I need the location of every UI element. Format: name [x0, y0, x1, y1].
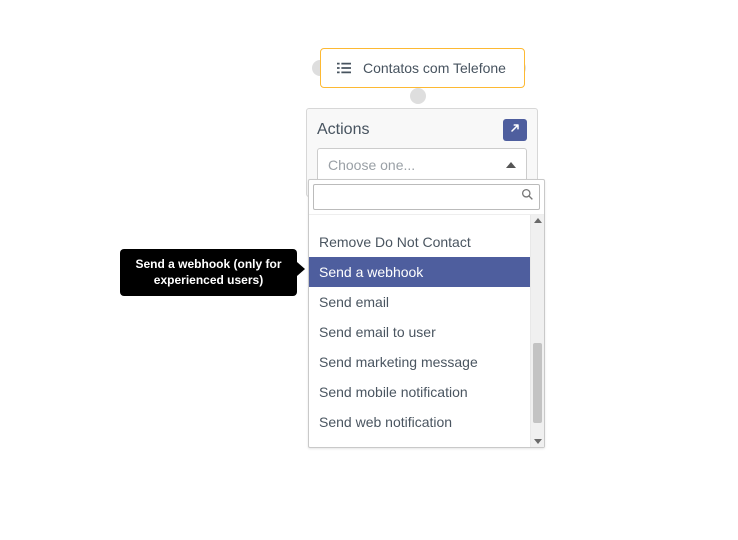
tooltip-text: Send a webhook (only for experienced use…: [135, 257, 281, 287]
arrow-up-right-icon: [509, 121, 521, 139]
actions-header: Actions: [317, 119, 527, 141]
collapse-button[interactable]: [503, 119, 527, 141]
dropdown-list: … Remove Do Not Contact Send a webhook S…: [309, 215, 530, 447]
scroll-up-icon[interactable]: [534, 218, 542, 223]
dropdown-item[interactable]: Update contact: [309, 437, 530, 447]
dropdown-item[interactable]: Remove Do Not Contact: [309, 227, 530, 257]
action-select-placeholder: Choose one...: [328, 157, 415, 173]
dropdown-item-selected[interactable]: Send a webhook: [309, 257, 530, 287]
actions-title: Actions: [317, 121, 369, 139]
dropdown-item[interactable]: Send marketing message: [309, 347, 530, 377]
caret-up-icon: [506, 162, 516, 168]
action-select[interactable]: Choose one...: [317, 148, 527, 182]
dropdown-item[interactable]: Send email to user: [309, 317, 530, 347]
dropdown-item[interactable]: Send mobile notification: [309, 377, 530, 407]
connector-dot-bottom: [410, 88, 426, 104]
scroll-down-icon[interactable]: [534, 439, 542, 444]
dropdown-item[interactable]: Send email: [309, 287, 530, 317]
tooltip: Send a webhook (only for experienced use…: [120, 249, 297, 296]
scrollbar[interactable]: [530, 215, 544, 447]
action-dropdown: … Remove Do Not Contact Send a webhook S…: [308, 179, 545, 448]
dropdown-item-cutoff[interactable]: …: [309, 215, 530, 227]
source-node-label: Contatos com Telefone: [363, 60, 506, 76]
source-node[interactable]: Contatos com Telefone: [320, 48, 525, 88]
search-input[interactable]: [313, 184, 540, 210]
dropdown-search-wrap: [309, 180, 544, 215]
list-icon: [337, 61, 351, 75]
scroll-thumb[interactable]: [533, 343, 542, 423]
dropdown-item[interactable]: Send web notification: [309, 407, 530, 437]
